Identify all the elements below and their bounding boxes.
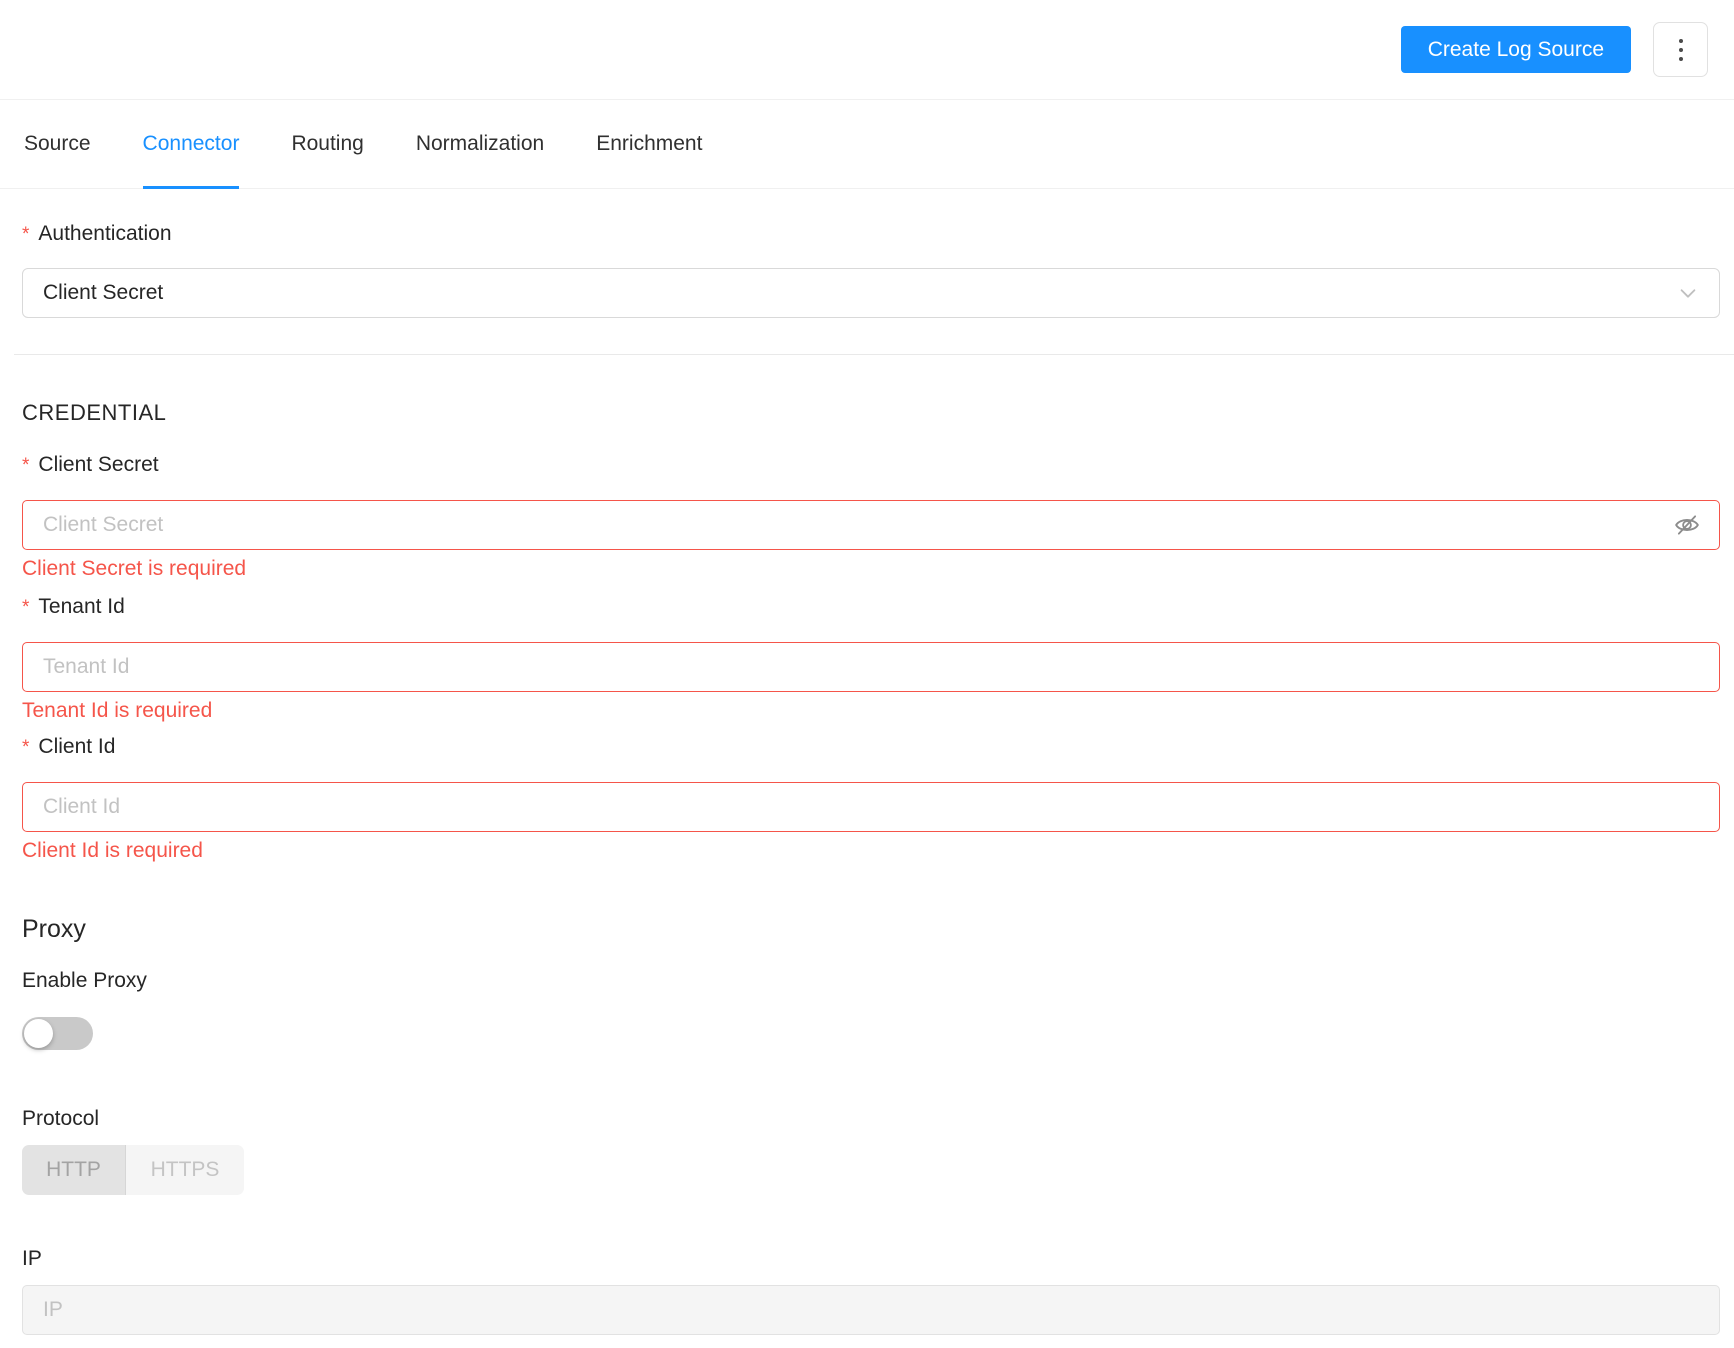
authentication-selected-value: Client Secret [43,281,164,304]
tenant-id-input[interactable] [22,642,1720,692]
credential-section-title: CREDENTIAL [22,400,167,425]
protocol-label: Protocol [22,1107,100,1130]
tab-source[interactable]: Source [24,100,91,188]
client-secret-label-text: Client Secret [38,453,159,476]
ip-label: IP [22,1247,42,1270]
authentication-label-text: Authentication [38,222,172,245]
proxy-section-title: Proxy [22,915,86,943]
client-id-label-text: Client Id [38,735,116,758]
ip-input [22,1285,1720,1335]
section-divider [14,354,1734,355]
protocol-segmented-control: HTTP HTTPS [22,1145,244,1195]
tab-connector[interactable]: Connector [142,100,239,189]
tab-bar: Source Connector Routing Normalization E… [0,100,1734,189]
log-source-config-page: Create Log Source Source Connector Routi… [0,0,1734,1335]
client-secret-error: Client Secret is required [22,557,247,580]
client-secret-input[interactable] [22,500,1720,550]
client-secret-label: * Client Secret [22,453,1720,477]
eye-invisible-icon[interactable] [1674,512,1700,538]
tab-enrichment[interactable]: Enrichment [596,100,702,188]
chevron-down-icon [1677,282,1699,304]
more-actions-button[interactable] [1653,22,1708,77]
enable-proxy-toggle[interactable] [22,1017,93,1050]
required-asterisk: * [22,737,30,758]
tenant-id-error: Tenant Id is required [22,699,213,722]
authentication-label: * Authentication [22,222,1720,246]
client-id-error: Client Id is required [22,839,203,862]
protocol-http-button: HTTP [22,1145,126,1195]
tab-routing[interactable]: Routing [291,100,363,188]
client-id-input-wrap [22,782,1720,832]
required-asterisk: * [22,455,30,476]
tenant-id-label: * Tenant Id [22,595,1720,619]
connector-form: * Authentication Client Secret CREDENTIA… [0,222,1734,1335]
tenant-id-input-wrap [22,642,1720,692]
required-asterisk: * [22,597,30,618]
tab-normalization[interactable]: Normalization [416,100,544,188]
tenant-id-label-text: Tenant Id [38,595,125,618]
ip-input-wrap [22,1285,1720,1335]
topbar: Create Log Source [0,0,1734,100]
create-log-source-button[interactable]: Create Log Source [1400,26,1631,73]
enable-proxy-label: Enable Proxy [22,969,147,992]
client-id-label: * Client Id [22,735,1720,759]
authentication-select[interactable]: Client Secret [22,268,1720,318]
protocol-https-button: HTTPS [126,1145,244,1195]
toggle-knob [24,1019,53,1048]
client-id-input[interactable] [22,782,1720,832]
vertical-ellipsis-icon [1678,38,1683,61]
client-secret-input-wrap [22,500,1720,550]
required-asterisk: * [22,224,30,245]
